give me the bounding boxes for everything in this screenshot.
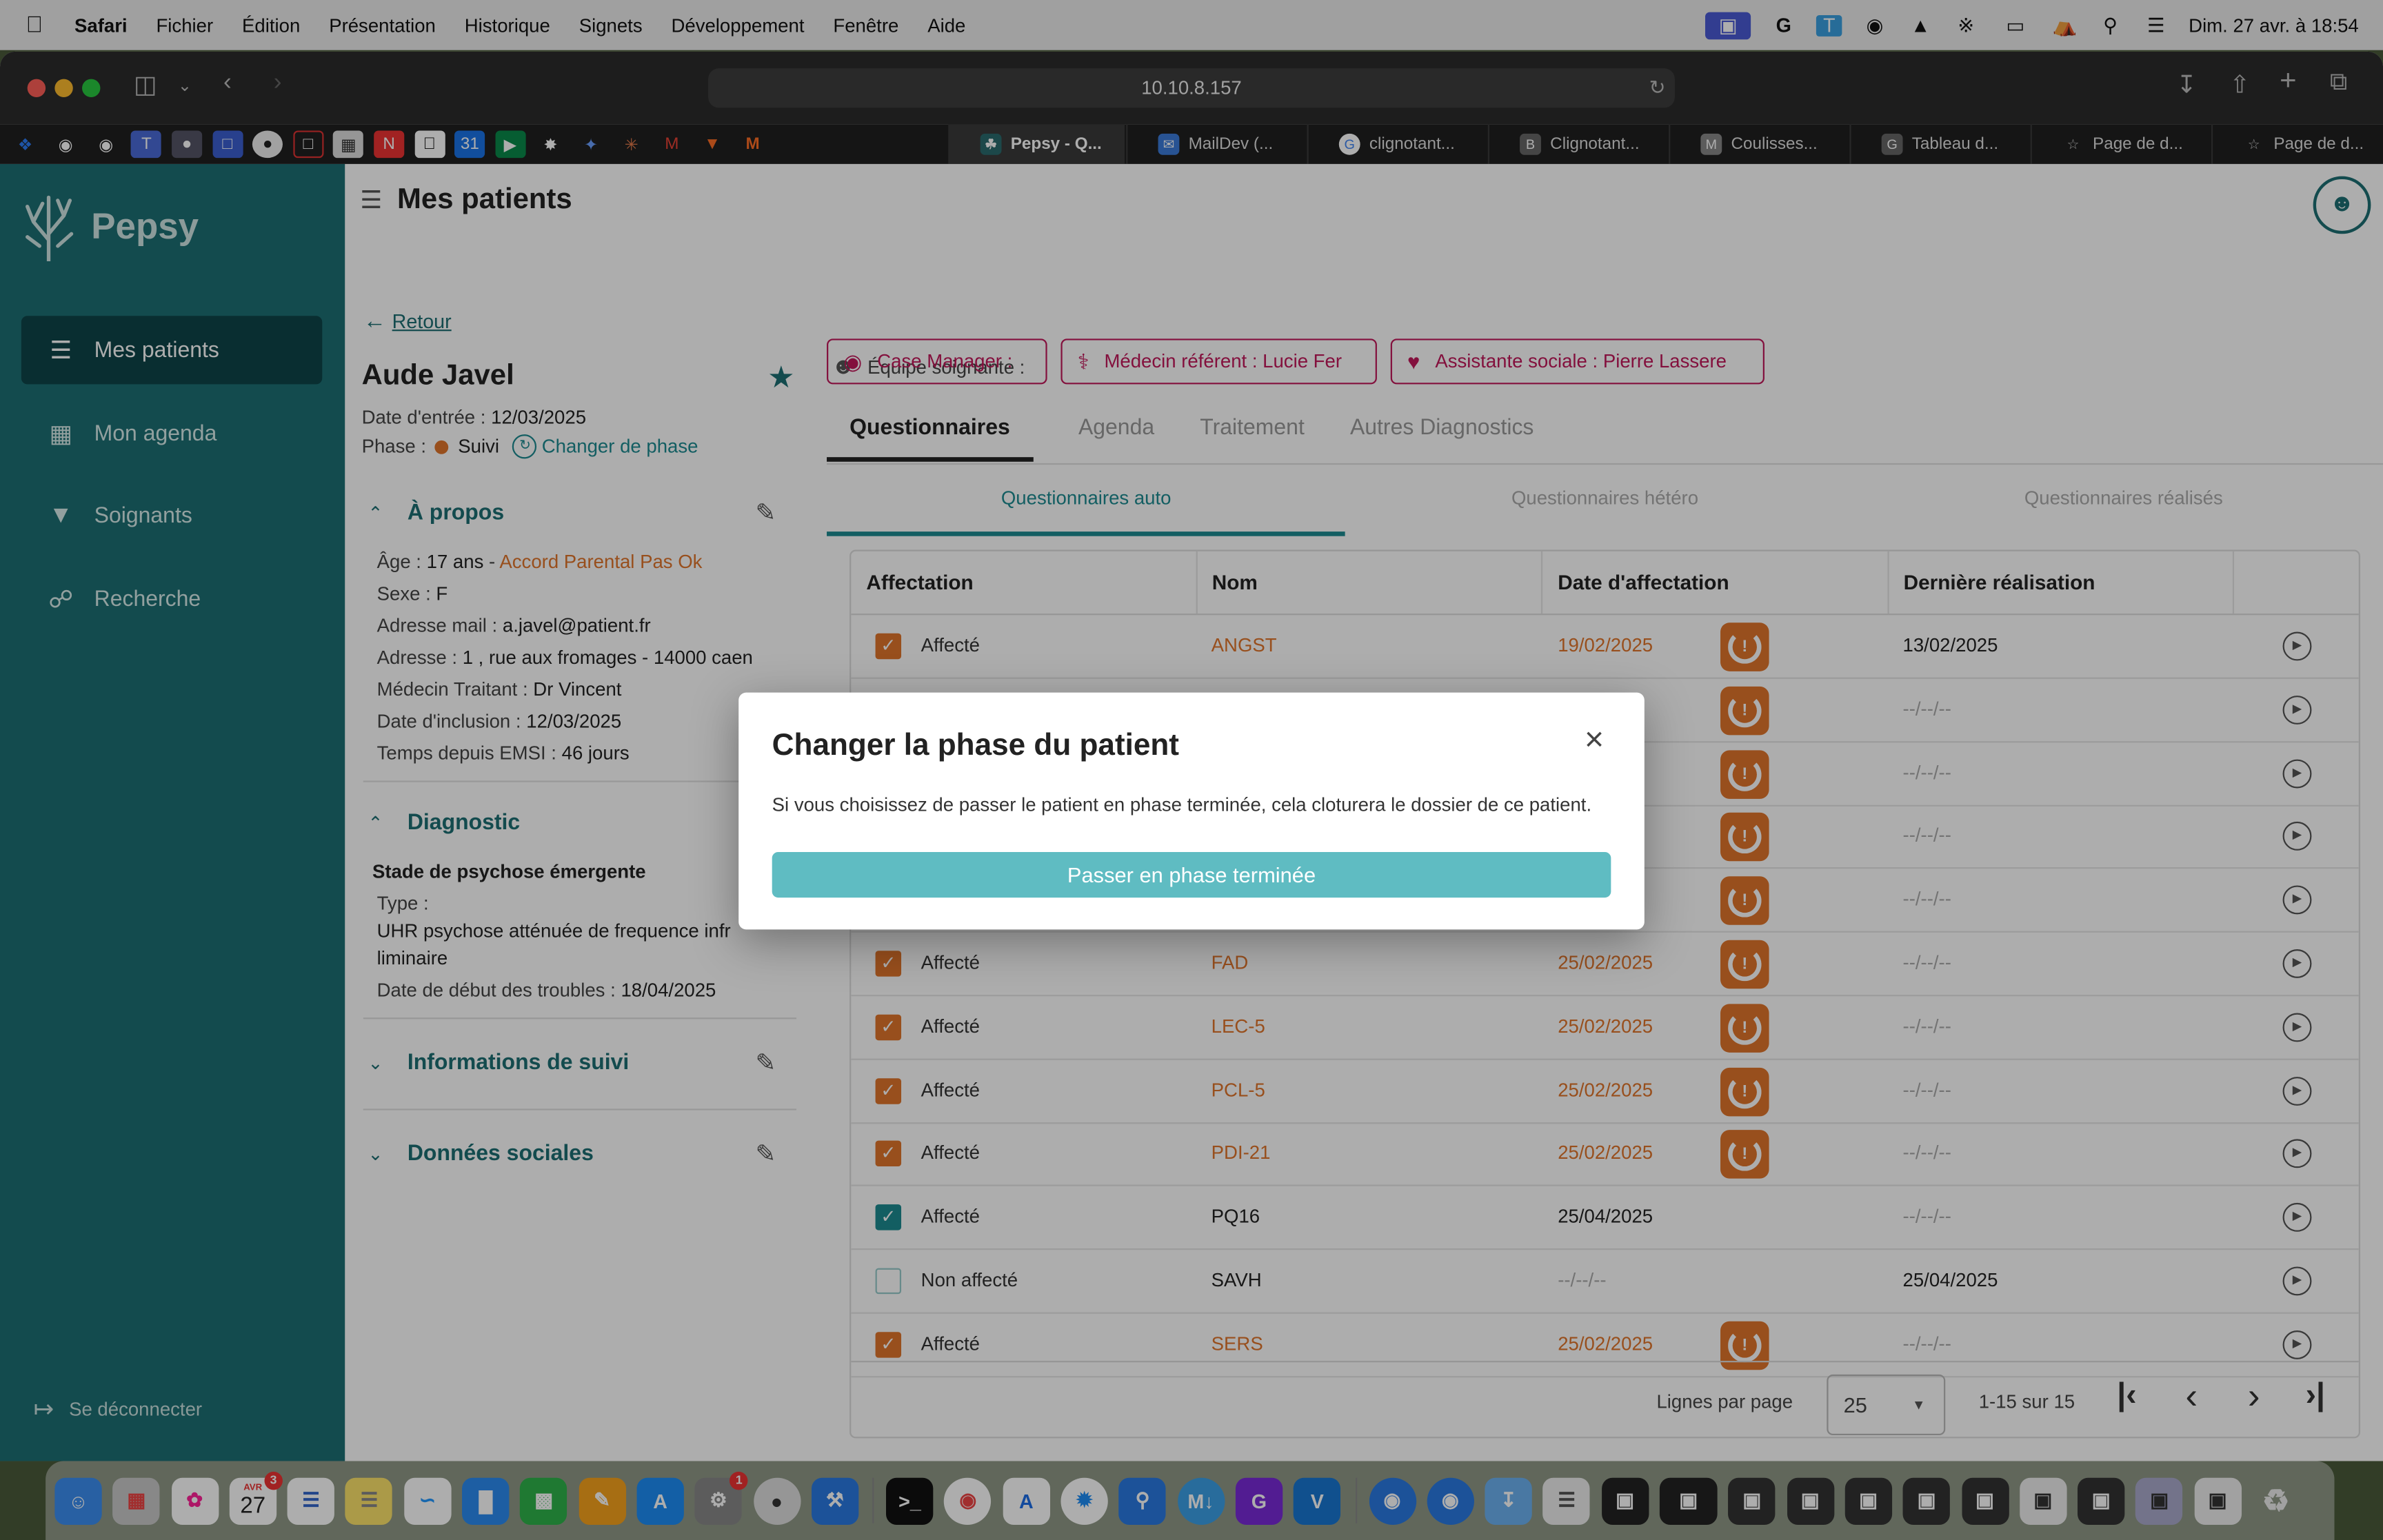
close-icon[interactable]: × bbox=[1578, 722, 1611, 756]
change-phase-dialog: Changer la phase du patient × Si vous ch… bbox=[738, 692, 1645, 930]
dialog-title: Changer la phase du patient bbox=[772, 729, 1180, 763]
dialog-message: Si vous choisissez de passer le patient … bbox=[772, 794, 1592, 816]
finish-phase-button[interactable]: Passer en phase terminée bbox=[772, 851, 1611, 898]
